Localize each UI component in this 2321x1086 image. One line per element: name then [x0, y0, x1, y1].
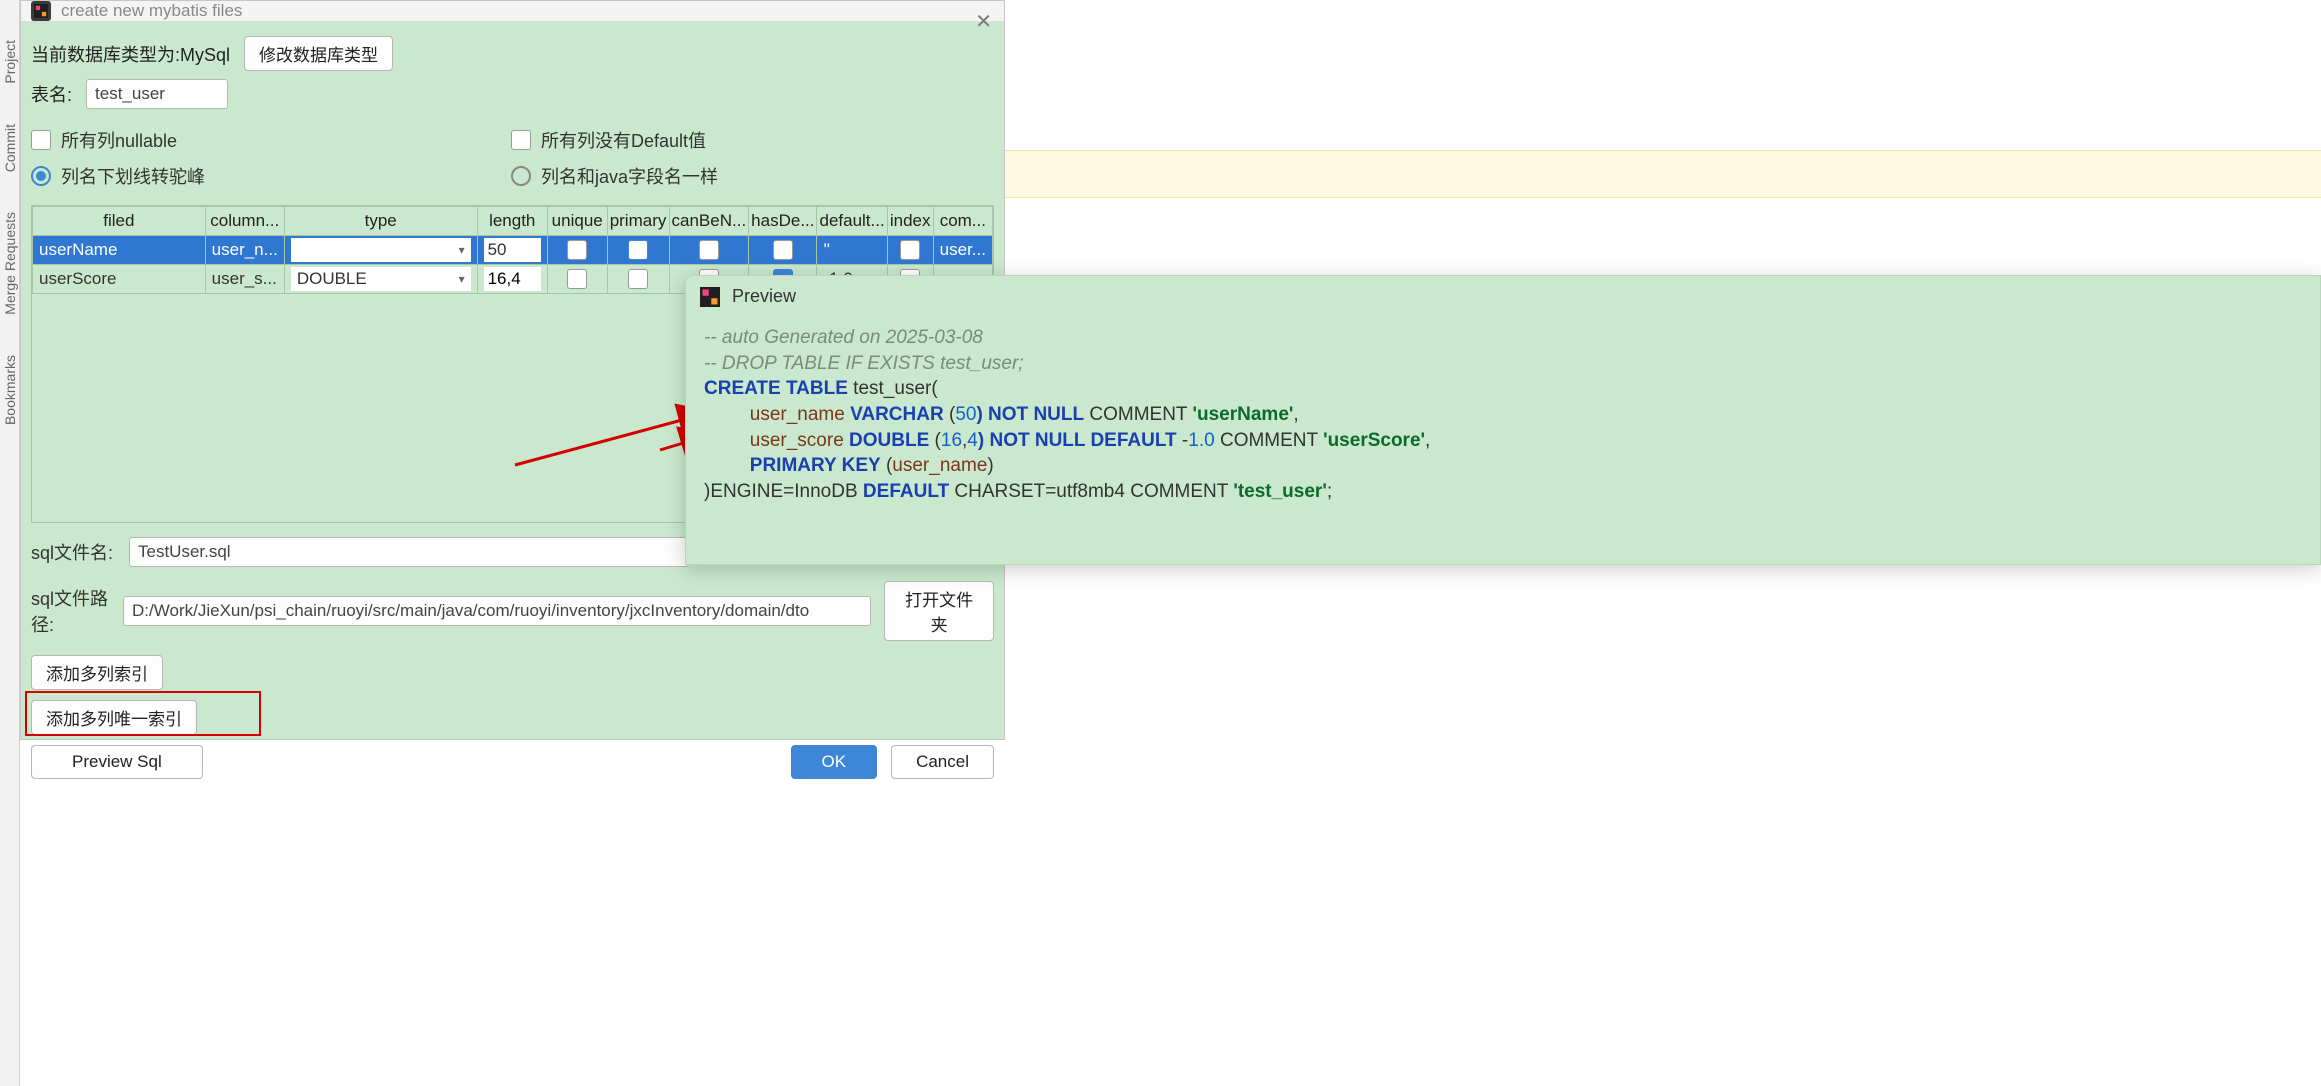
- chevron-down-icon: ▾: [459, 243, 465, 257]
- ide-tab-merge-requests[interactable]: Merge Requests: [2, 212, 18, 315]
- th-default[interactable]: default...: [817, 207, 887, 236]
- open-folder-button[interactable]: 打开文件夹: [884, 581, 994, 641]
- ide-tab-project[interactable]: Project: [2, 40, 18, 84]
- cell-comment[interactable]: user...: [940, 240, 986, 259]
- ide-tab-bookmarks[interactable]: Bookmarks: [2, 355, 18, 425]
- col-underscore-camel-radio[interactable]: [31, 166, 51, 186]
- dialog-titlebar: create new mybatis files ✕: [21, 1, 1004, 22]
- th-filed[interactable]: filed: [33, 207, 206, 236]
- sql-filename-input[interactable]: [129, 537, 689, 567]
- th-index[interactable]: index: [887, 207, 933, 236]
- app-icon: [700, 287, 720, 307]
- editor-highlight-strip: [1005, 150, 2321, 198]
- sql-filename-label: sql文件名:: [31, 539, 129, 565]
- app-icon: [31, 1, 51, 21]
- sql-preview-content[interactable]: -- auto Generated on 2025-03-08 -- DROP …: [686, 317, 2320, 513]
- preview-title: Preview: [732, 286, 796, 307]
- col-same-java-radio[interactable]: [511, 166, 531, 186]
- sql-preview-popup: Preview -- auto Generated on 2025-03-08 …: [685, 275, 2321, 565]
- ok-button[interactable]: OK: [791, 745, 878, 779]
- close-icon[interactable]: ✕: [975, 9, 992, 34]
- add-multi-index-button[interactable]: 添加多列索引: [31, 655, 163, 690]
- table-name-label: 表名:: [31, 81, 72, 107]
- all-nullable-checkbox[interactable]: [31, 130, 51, 150]
- th-comment[interactable]: com...: [933, 207, 992, 236]
- cell-default[interactable]: '': [823, 240, 830, 259]
- dialog-title: create new mybatis files: [61, 1, 242, 21]
- cell-column[interactable]: user_n...: [212, 240, 278, 259]
- table-row[interactable]: userName user_n... VARCHAR▾ '' user...: [33, 236, 993, 265]
- th-column[interactable]: column...: [205, 207, 284, 236]
- th-length[interactable]: length: [477, 207, 547, 236]
- table-name-input[interactable]: [86, 79, 228, 109]
- cell-length-input[interactable]: [484, 267, 541, 291]
- ide-tab-commit[interactable]: Commit: [2, 124, 18, 172]
- cell-column[interactable]: user_s...: [212, 269, 277, 288]
- add-multi-unique-index-button[interactable]: 添加多列唯一索引: [31, 700, 197, 735]
- th-primary[interactable]: primary: [607, 207, 669, 236]
- db-type-label: 当前数据库类型为:MySql: [31, 41, 230, 67]
- col-underscore-camel-label: 列名下划线转驼峰: [61, 163, 205, 189]
- chevron-down-icon: ▾: [459, 272, 465, 286]
- cell-canbenull-checkbox[interactable]: [699, 240, 719, 260]
- cell-type-select[interactable]: VARCHAR▾: [291, 238, 471, 262]
- all-no-default-checkbox[interactable]: [511, 130, 531, 150]
- preview-sql-button[interactable]: Preview Sql: [31, 745, 203, 779]
- all-nullable-label: 所有列nullable: [61, 127, 177, 153]
- sql-filepath-input[interactable]: [123, 596, 871, 626]
- sql-filepath-label: sql文件路径:: [31, 585, 123, 637]
- cell-unique-checkbox[interactable]: [567, 269, 587, 289]
- col-same-java-label: 列名和java字段名一样: [541, 163, 718, 189]
- cell-type-select[interactable]: DOUBLE▾: [291, 267, 471, 291]
- cancel-button[interactable]: Cancel: [891, 745, 994, 779]
- th-unique[interactable]: unique: [547, 207, 607, 236]
- th-type[interactable]: type: [284, 207, 477, 236]
- cell-primary-checkbox[interactable]: [628, 269, 648, 289]
- cell-index-checkbox[interactable]: [900, 240, 920, 260]
- cell-filed[interactable]: userName: [39, 240, 117, 259]
- th-canbenull[interactable]: canBeN...: [669, 207, 749, 236]
- change-db-type-button[interactable]: 修改数据库类型: [244, 36, 393, 71]
- cell-filed[interactable]: userScore: [39, 269, 116, 288]
- cell-length-input[interactable]: [484, 238, 541, 262]
- cell-unique-checkbox[interactable]: [567, 240, 587, 260]
- cell-primary-checkbox[interactable]: [628, 240, 648, 260]
- table-header-row: filed column... type length unique prima…: [33, 207, 993, 236]
- cell-hasdefault-checkbox[interactable]: [773, 240, 793, 260]
- ide-left-gutter: Project Commit Merge Requests Bookmarks: [0, 0, 20, 1086]
- th-hasdefault[interactable]: hasDe...: [749, 207, 817, 236]
- all-no-default-label: 所有列没有Default值: [541, 127, 706, 153]
